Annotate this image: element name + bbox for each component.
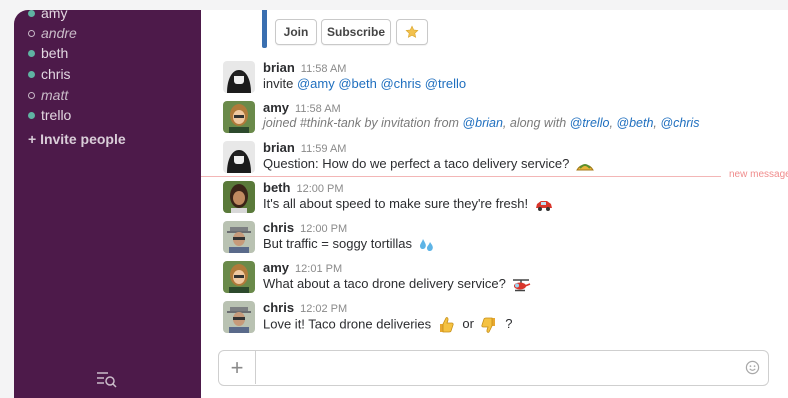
message-text: invite @amy @beth @chris @trello bbox=[263, 76, 467, 91]
message-time: 11:58 AM bbox=[300, 63, 347, 75]
invite-people-link[interactable]: + Invite people bbox=[28, 131, 126, 147]
message-text: Question: How do we perfect a taco deliv… bbox=[263, 156, 595, 173]
thumbs-up-icon bbox=[439, 317, 454, 333]
online-status-icon bbox=[28, 10, 35, 17]
dm-trello[interactable]: trello bbox=[28, 106, 71, 124]
message-author[interactable]: chris 12:02 PM bbox=[263, 300, 347, 315]
app-window: amy andre beth chris matt trello + Invit… bbox=[14, 10, 788, 398]
dm-chris[interactable]: chris bbox=[28, 65, 71, 83]
message-author[interactable]: chris 12:00 PM bbox=[263, 220, 347, 235]
avatar[interactable] bbox=[223, 261, 255, 293]
helicopter-icon bbox=[513, 278, 531, 291]
message-time: 12:00 PM bbox=[300, 223, 348, 235]
dm-label: andre bbox=[41, 25, 77, 41]
online-status-icon bbox=[28, 70, 35, 78]
dm-amy[interactable]: amy bbox=[28, 10, 67, 22]
away-status-icon bbox=[28, 29, 35, 37]
online-status-icon bbox=[28, 111, 35, 119]
message-text: Love it! Taco drone deliveries or ? bbox=[263, 316, 512, 334]
message-time: 11:59 AM bbox=[300, 143, 347, 155]
mention-link[interactable]: @brian bbox=[462, 116, 503, 130]
mention-link[interactable]: @chris bbox=[660, 116, 699, 130]
join-button[interactable]: Join bbox=[275, 19, 317, 45]
dm-beth[interactable]: beth bbox=[28, 44, 68, 62]
message-pane: Join Subscribe brian 11:58 AM invite @amy… bbox=[201, 10, 788, 398]
mention-link[interactable]: @chris bbox=[380, 76, 421, 91]
message-text: What about a taco drone delivery service… bbox=[263, 276, 531, 292]
dm-andre[interactable]: andre bbox=[28, 24, 77, 42]
message-text: It's all about speed to make sure they'r… bbox=[263, 196, 554, 212]
taco-icon bbox=[576, 163, 594, 171]
mention-link[interactable]: @trello bbox=[425, 76, 466, 91]
star-icon bbox=[405, 25, 419, 38]
star-button[interactable] bbox=[396, 19, 428, 45]
thumbs-down-icon bbox=[480, 317, 495, 333]
avatar[interactable] bbox=[223, 221, 255, 253]
message-author[interactable]: beth 12:00 PM bbox=[263, 180, 344, 195]
subscribe-button[interactable]: Subscribe bbox=[321, 19, 391, 45]
search-list-icon[interactable] bbox=[96, 370, 118, 388]
avatar[interactable] bbox=[223, 141, 255, 173]
sweat-drops-icon bbox=[419, 238, 433, 251]
channel-accent-bar bbox=[262, 10, 267, 48]
avatar[interactable] bbox=[223, 61, 255, 93]
new-messages-divider bbox=[201, 176, 721, 177]
system-message-text: joined #think-tank by invitation from @b… bbox=[263, 116, 700, 130]
online-status-icon bbox=[28, 49, 35, 57]
message-composer: + bbox=[218, 350, 769, 386]
message-time: 12:01 PM bbox=[295, 263, 343, 275]
message-author[interactable]: brian 11:58 AM bbox=[263, 60, 346, 75]
sidebar: amy andre beth chris matt trello + Invit… bbox=[14, 10, 201, 398]
attach-button[interactable]: + bbox=[219, 351, 256, 384]
plus-icon: + bbox=[230, 354, 244, 380]
dm-label: beth bbox=[41, 45, 69, 61]
away-status-icon bbox=[28, 91, 35, 99]
dm-label: amy bbox=[41, 10, 68, 21]
mention-link[interactable]: @beth bbox=[616, 116, 653, 130]
mention-link[interactable]: @trello bbox=[570, 116, 610, 130]
dm-label: matt bbox=[41, 87, 69, 103]
message-input[interactable] bbox=[259, 355, 733, 381]
smiley-icon[interactable] bbox=[745, 360, 760, 375]
message-time: 12:02 PM bbox=[300, 303, 348, 315]
dm-matt[interactable]: matt bbox=[28, 86, 68, 104]
dm-label: trello bbox=[41, 107, 72, 123]
message-time: 11:58 AM bbox=[295, 103, 341, 115]
message-time: 12:00 PM bbox=[296, 183, 344, 195]
mention-link[interactable]: @amy bbox=[297, 76, 335, 91]
dm-label: chris bbox=[41, 66, 71, 82]
avatar[interactable] bbox=[223, 301, 255, 333]
avatar[interactable] bbox=[223, 101, 255, 133]
message-author[interactable]: amy 11:58 AM bbox=[263, 100, 341, 115]
car-icon bbox=[535, 200, 552, 211]
message-text: But traffic = soggy tortillas bbox=[263, 236, 436, 253]
message-author[interactable]: brian 11:59 AM bbox=[263, 140, 346, 155]
avatar[interactable] bbox=[223, 181, 255, 213]
message-author[interactable]: amy 12:01 PM bbox=[263, 260, 342, 275]
mention-link[interactable]: @beth bbox=[338, 76, 377, 91]
new-messages-label: new messages bbox=[729, 169, 788, 180]
